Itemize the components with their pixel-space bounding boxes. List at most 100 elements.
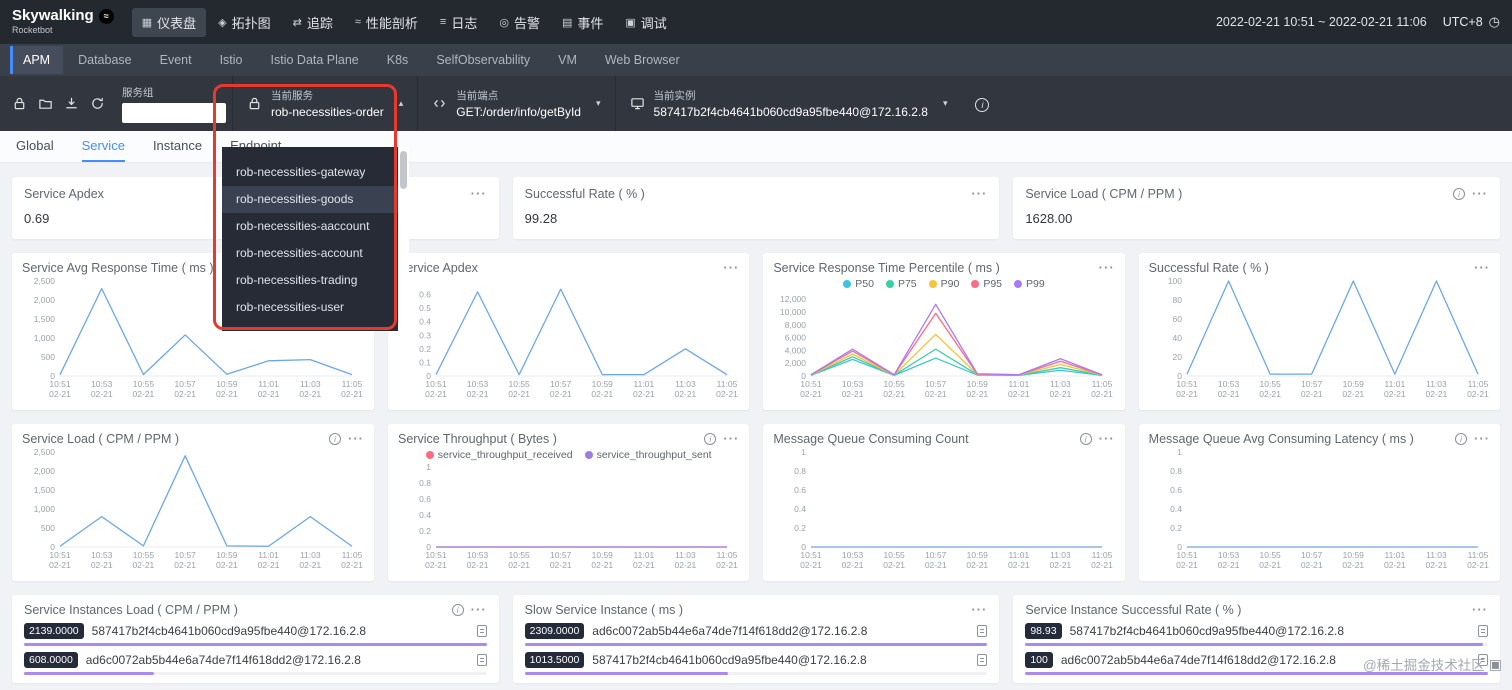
copy-icon[interactable] (977, 654, 988, 666)
chart-area[interactable]: 2,000 4,000 6,000 8,000 10,000 12,000 0 10:51 02… (773, 290, 1114, 402)
more-menu-icon[interactable]: ··· (1474, 261, 1490, 274)
chart-area[interactable]: 0.2 0.4 0.6 0.8 1 0 10:51 02-21 10:53 02-21 10:55 0… (398, 461, 739, 573)
current-instance-selector[interactable]: 当前实例 587417b2f4cb4641b060cd9a95fbe440@172… (614, 76, 962, 131)
chart-svg[interactable]: 5001,0001,5002,0002,500010:5102-2110:530… (22, 446, 364, 573)
menu-item-profile[interactable]: ≈ 性能剖析 (345, 8, 428, 37)
top-nav: Skywalking ≈ Rocketbot ▦ 仪表盘 ◈ 拓扑图 ⇄ 追踪 ≈ 性能剖析 ≡… (0, 0, 1512, 44)
legend-dot (584, 451, 593, 459)
legend-item[interactable]: service_throughput_sent (584, 449, 712, 461)
scrollbar-thumb[interactable] (400, 151, 407, 189)
more-menu-icon[interactable]: ··· (348, 432, 364, 445)
info-icon[interactable]: i (329, 433, 341, 445)
copy-icon[interactable] (977, 625, 988, 637)
info-icon[interactable]: i (1452, 188, 1465, 200)
refresh-icon[interactable] (86, 93, 108, 115)
legend-item[interactable]: P90 (928, 278, 959, 290)
legend-item[interactable]: P99 (1014, 278, 1045, 290)
legend-item[interactable]: P95 (971, 278, 1002, 290)
menu-item-trace[interactable]: ⇄ 追踪 (283, 8, 343, 37)
card-header: Message Queue Consuming Count i ··· (773, 432, 1114, 446)
layer-tab-event[interactable]: Event (147, 46, 205, 74)
menu-item-dashboard[interactable]: ▦ 仪表盘 (131, 7, 207, 37)
info-icon[interactable]: i (451, 604, 464, 616)
chart-svg[interactable]: 2,0004,0006,0008,00010,00012,000010:5102… (773, 290, 1114, 402)
chart-area[interactable]: 20 40 60 80 100 0 10:51 02-21 10:53 02-21 10:55 02-… (1149, 275, 1490, 402)
more-menu-icon[interactable]: ··· (971, 187, 987, 200)
folder-icon[interactable] (34, 93, 56, 115)
menu-item-debug[interactable]: ▣ 调试 (615, 8, 676, 37)
layer-tab-istio[interactable]: Istio (207, 46, 256, 74)
svg-text:10:51: 10:51 (49, 379, 71, 389)
lock-icon[interactable] (8, 93, 30, 115)
copy-icon[interactable] (476, 625, 487, 637)
legend-item[interactable]: service_throughput_received (425, 449, 573, 461)
layer-tab-k8s[interactable]: K8s (374, 46, 422, 74)
chart-svg[interactable]: 0.20.40.60.81010:5102-2110:5302-2110:550… (398, 461, 739, 573)
more-menu-icon[interactable]: ··· (1472, 603, 1488, 616)
chart-svg[interactable]: 0.20.40.60.81010:5102-2110:5302-2110:550… (1149, 446, 1490, 573)
dropdown-item[interactable]: rob-necessities-user (222, 294, 398, 321)
svg-text:11:05: 11:05 (1467, 379, 1488, 389)
dropdown-scrollbar[interactable] (398, 147, 409, 331)
legend-dot (971, 280, 980, 288)
svg-text:2,000: 2,000 (785, 358, 807, 368)
service-group-input[interactable] (122, 102, 226, 123)
current-endpoint-selector[interactable]: 当前端点 GET:/order/info/getById ▾ (417, 76, 614, 131)
dropdown-item[interactable]: rob-necessities-account (222, 240, 398, 267)
svg-text:02-21: 02-21 (1091, 389, 1113, 399)
layer-tab-apm[interactable]: APM (10, 46, 64, 74)
chart-area[interactable]: 500 1,000 1,500 2,000 2,500 0 10:51 02-21 10:53 0… (22, 446, 364, 573)
more-menu-icon[interactable]: ··· (723, 432, 739, 445)
info-icon[interactable]: i (1079, 433, 1092, 445)
copy-icon[interactable] (476, 654, 487, 666)
tab-instance[interactable]: Instance (153, 131, 202, 162)
chart-svg[interactable]: 0.20.40.60.81010:5102-2110:5302-2110:550… (773, 446, 1114, 573)
svg-text:11:05: 11:05 (1092, 550, 1113, 560)
chart-area[interactable]: 0.2 0.4 0.6 0.8 1 0 10:51 02-21 10:53 02-21 10:55 0… (773, 446, 1114, 573)
svg-text:02-21: 02-21 (1259, 389, 1281, 399)
chart-area[interactable]: 0.2 0.4 0.6 0.8 1 0 10:51 02-21 10:53 02-21 10:55 0… (1149, 446, 1490, 573)
more-menu-icon[interactable]: ··· (1472, 187, 1488, 200)
more-menu-icon[interactable]: ··· (1099, 432, 1115, 445)
toolbar-info-button[interactable]: i (975, 95, 990, 113)
legend-item[interactable]: P50 (843, 278, 874, 290)
more-menu-icon[interactable]: ··· (1474, 432, 1490, 445)
menu-item-topology[interactable]: ◈ 拓扑图 (208, 8, 280, 37)
more-menu-icon[interactable]: ··· (723, 261, 739, 274)
svg-text:2,000: 2,000 (34, 466, 56, 476)
chart-svg[interactable]: 20406080100010:5102-2110:5302-2110:5502-… (1149, 275, 1490, 402)
svg-text:10:57: 10:57 (175, 379, 197, 389)
copy-icon[interactable] (1477, 625, 1488, 637)
current-service-selector[interactable]: 当前服务 rob-necessities-order ▴ (232, 76, 417, 131)
dropdown-item[interactable]: rob-necessities-aaccount (222, 213, 398, 240)
legend-item[interactable]: P75 (885, 278, 917, 290)
time-range-picker[interactable]: 2022-02-21 10:51 ~ 2022-02-21 11:06 (1216, 15, 1427, 29)
more-menu-icon[interactable]: ··· (1099, 261, 1115, 274)
menu-item-log[interactable]: ≡ 日志 (430, 8, 487, 37)
menu-item-event[interactable]: ▤ 事件 (552, 8, 613, 37)
import-icon[interactable] (60, 93, 82, 115)
chart-svg[interactable]: 0.10.20.30.40.50.6010:5102-2110:5302-211… (398, 275, 739, 402)
info-icon[interactable]: i (1455, 433, 1467, 445)
card-title: Service Instance Successful Rate ( % ) (1025, 603, 1242, 617)
chart-area[interactable]: 0.1 0.2 0.3 0.4 0.5 0.6 0 10:51 02-21 10:53 02-21 1… (398, 275, 739, 402)
layer-tab-web-browser[interactable]: Web Browser (592, 46, 693, 74)
layer-tab-vm[interactable]: VM (545, 46, 590, 74)
svg-text:40: 40 (1172, 333, 1182, 343)
layer-tab-selfobservability[interactable]: SelfObservability (423, 46, 543, 74)
tab-global[interactable]: Global (16, 131, 54, 162)
dropdown-item[interactable]: rob-necessities-gateway (222, 159, 398, 186)
info-icon[interactable]: i (704, 433, 717, 445)
layer-tab-database[interactable]: Database (65, 46, 145, 74)
menu-item-alarm[interactable]: ◎ 告警 (489, 8, 550, 37)
more-menu-icon[interactable]: ··· (471, 603, 487, 616)
dropdown-item[interactable]: rob-necessities-trading (222, 267, 398, 294)
legend-label: P50 (855, 278, 874, 290)
more-menu-icon[interactable]: ··· (971, 603, 987, 616)
svg-text:10:51: 10:51 (49, 550, 71, 560)
more-menu-icon[interactable]: ··· (471, 187, 487, 200)
dropdown-item[interactable]: rob-necessities-goods (222, 186, 398, 213)
tab-service[interactable]: Service (81, 131, 125, 162)
layer-tab-istio-data-plane[interactable]: Istio Data Plane (258, 46, 372, 74)
timezone-control[interactable]: UTC+8 ◷ (1443, 14, 1500, 30)
